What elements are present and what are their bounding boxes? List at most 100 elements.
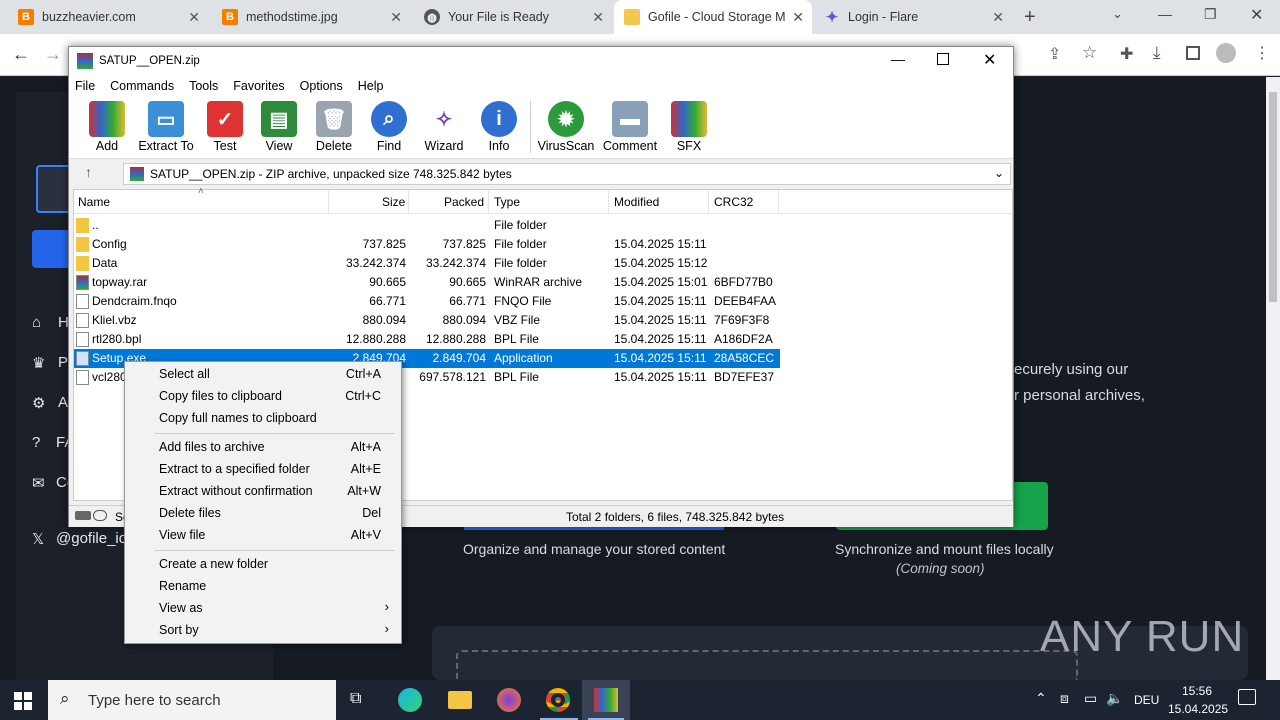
menu-item-rename[interactable]: Rename xyxy=(125,575,401,597)
extensions-icon[interactable]: ✚ xyxy=(1120,44,1133,64)
menu-item-delete[interactable]: Delete files Del xyxy=(125,502,401,524)
browser-tab-4[interactable]: Gofile - Cloud Storage M ✕ xyxy=(614,0,812,34)
comment-button[interactable]: ▬ Comment xyxy=(599,101,661,157)
sfx-button[interactable]: SFX xyxy=(661,101,717,157)
menu-item-sort-by[interactable]: Sort by › xyxy=(125,619,401,641)
col-packed[interactable]: Packed xyxy=(444,195,484,209)
home-icon[interactable]: ⌂ xyxy=(32,314,41,331)
twitter-link[interactable]: @gofile_io xyxy=(56,530,127,547)
menu-item-copy-names[interactable]: Copy full names to clipboard xyxy=(125,407,401,429)
new-tab-button[interactable]: + xyxy=(1024,6,1036,29)
add-button[interactable]: Add xyxy=(79,101,135,157)
share-icon[interactable]: ⇪ xyxy=(1048,44,1061,64)
browser-tab-2[interactable]: B methodstime.jpg ✕ xyxy=(212,0,410,34)
clock-date[interactable]: 15.04.2025 xyxy=(1168,702,1228,716)
close-button[interactable]: ✕ xyxy=(983,50,996,70)
menu-item-view-as[interactable]: View as › xyxy=(125,597,401,619)
notification-icon[interactable] xyxy=(1238,689,1256,705)
close-icon[interactable]: ✕ xyxy=(592,9,604,26)
chevron-down-icon[interactable]: ⌄ xyxy=(994,166,1004,180)
windows-start-icon[interactable] xyxy=(14,692,32,710)
menu-item-add-to-archive[interactable]: Add files to archive Alt+A xyxy=(125,436,401,458)
close-icon[interactable]: ✕ xyxy=(188,9,200,26)
table-row[interactable]: Data 33.242.374 33.242.374 File folder 15.04… xyxy=(74,254,780,273)
firefox-icon[interactable] xyxy=(497,688,521,712)
table-row[interactable]: rtl280.bpl 12.880.288 12.880.288 BPL File 15… xyxy=(74,330,780,349)
find-button[interactable]: ⌕ Find xyxy=(361,101,417,157)
browser-tab-5[interactable]: ✦ Login - Flare ✕ xyxy=(814,0,1012,34)
close-icon[interactable]: ✕ xyxy=(390,9,402,26)
menu-item-select-all[interactable]: Select all Ctrl+A xyxy=(125,363,401,385)
sidepanel-icon[interactable] xyxy=(1186,46,1200,60)
clock-time[interactable]: 15:56 xyxy=(1182,684,1212,698)
network-icon[interactable]: ⧈ xyxy=(1060,690,1069,707)
table-row[interactable]: Dendcraim.fnqo 66.771 66.771 FNQO File 15.04… xyxy=(74,292,780,311)
chrome-icon[interactable] xyxy=(546,688,570,712)
up-arrow-icon[interactable]: ↑ xyxy=(85,164,92,180)
close-icon[interactable]: ✕ xyxy=(792,9,804,26)
maximize-button[interactable] xyxy=(937,53,949,65)
taskbar-search[interactable]: ⌕ Type here to search xyxy=(48,680,336,720)
sidebar-item-premium[interactable]: P xyxy=(58,354,68,371)
table-row[interactable]: topway.rar 90.665 90.665 WinRAR archive 15.0… xyxy=(74,273,780,292)
info-button[interactable]: i Info xyxy=(471,101,527,157)
close-icon[interactable]: ✕ xyxy=(992,9,1004,26)
test-button[interactable]: ✓ Test xyxy=(197,101,253,157)
menu-help[interactable]: Help xyxy=(358,79,384,93)
path-field[interactable]: SATUP__OPEN.zip - ZIP archive, unpacked … xyxy=(123,163,1011,185)
table-row[interactable]: Config 737.825 737.825 File folder 15.04.202… xyxy=(74,235,780,254)
forward-icon[interactable]: → xyxy=(44,44,62,65)
col-crc32[interactable]: CRC32 xyxy=(714,195,753,209)
menu-item-new-folder[interactable]: Create a new folder xyxy=(125,553,401,575)
menu-file[interactable]: File xyxy=(75,79,95,93)
language-indicator[interactable]: DEU xyxy=(1134,693,1159,707)
menu-commands[interactable]: Commands xyxy=(110,79,174,93)
wizard-button[interactable]: ✧ Wizard xyxy=(416,101,472,157)
virusscan-button[interactable]: ✹ VirusScan xyxy=(537,101,595,157)
table-row[interactable]: Kliel.vbz 880.094 880.094 VBZ File 15.04.202… xyxy=(74,311,780,330)
download-icon[interactable]: ⤓ xyxy=(1153,43,1161,63)
profile-icon[interactable] xyxy=(1216,43,1236,63)
star-icon[interactable]: ☆ xyxy=(1082,43,1097,63)
browser-tab-3[interactable]: ◍ Your File is Ready ✕ xyxy=(414,0,612,34)
restore-button[interactable]: ❐ xyxy=(1204,6,1217,23)
view-button[interactable]: ▤ View xyxy=(251,101,307,157)
col-modified[interactable]: Modified xyxy=(614,195,659,209)
col-name[interactable]: Name xyxy=(78,195,110,209)
volume-icon[interactable]: 🔈 xyxy=(1106,690,1123,707)
close-window-button[interactable]: ✕ xyxy=(1250,5,1263,25)
dropzone[interactable] xyxy=(456,650,1078,680)
tab-search-icon[interactable]: ⌄ xyxy=(1112,6,1123,22)
minimize-button[interactable]: — xyxy=(891,51,905,67)
col-type[interactable]: Type xyxy=(494,195,520,209)
table-row[interactable]: .. File folder xyxy=(74,216,780,235)
menu-tools[interactable]: Tools xyxy=(189,79,218,93)
extract-to-button[interactable]: ▭ Extract To xyxy=(137,101,195,157)
mail-icon[interactable]: ✉ xyxy=(32,474,45,492)
menu-item-extract-here[interactable]: Extract without confirmation Alt+W xyxy=(125,480,401,502)
menu-item-copy-files[interactable]: Copy files to clipboard Ctrl+C xyxy=(125,385,401,407)
page-scrollbar[interactable] xyxy=(1266,77,1280,680)
primary-button[interactable] xyxy=(32,230,72,268)
edge-icon[interactable] xyxy=(398,688,422,712)
delete-button[interactable]: 🗑 Delete xyxy=(306,101,362,157)
sidebar-item-api[interactable]: A xyxy=(58,394,68,411)
winrar-taskbar-button[interactable] xyxy=(582,680,630,720)
x-icon[interactable]: 𝕏 xyxy=(32,530,44,548)
menu-options[interactable]: Options xyxy=(300,79,343,93)
menu-item-extract-to[interactable]: Extract to a specified folder Alt+E xyxy=(125,458,401,480)
question-icon[interactable]: ? xyxy=(32,434,40,451)
col-size[interactable]: Size xyxy=(382,195,405,209)
back-icon[interactable]: ← xyxy=(12,44,30,65)
scrollbar-thumb[interactable] xyxy=(1269,92,1277,302)
menu-favorites[interactable]: Favorites xyxy=(233,79,284,93)
browser-tab-1[interactable]: B buzzheavier.com ✕ xyxy=(8,0,208,34)
gear-icon[interactable]: ⚙ xyxy=(32,394,45,412)
chevron-up-icon[interactable]: ⌃ xyxy=(1035,690,1047,707)
menu-item-view-file[interactable]: View file Alt+V xyxy=(125,524,401,546)
minimize-button[interactable]: — xyxy=(1158,6,1172,22)
file-explorer-icon[interactable] xyxy=(448,691,472,709)
monitor-icon[interactable]: ▭ xyxy=(1084,690,1097,707)
menu-icon[interactable]: ⋮ xyxy=(1254,43,1270,63)
crown-icon[interactable]: ♛ xyxy=(32,354,45,372)
